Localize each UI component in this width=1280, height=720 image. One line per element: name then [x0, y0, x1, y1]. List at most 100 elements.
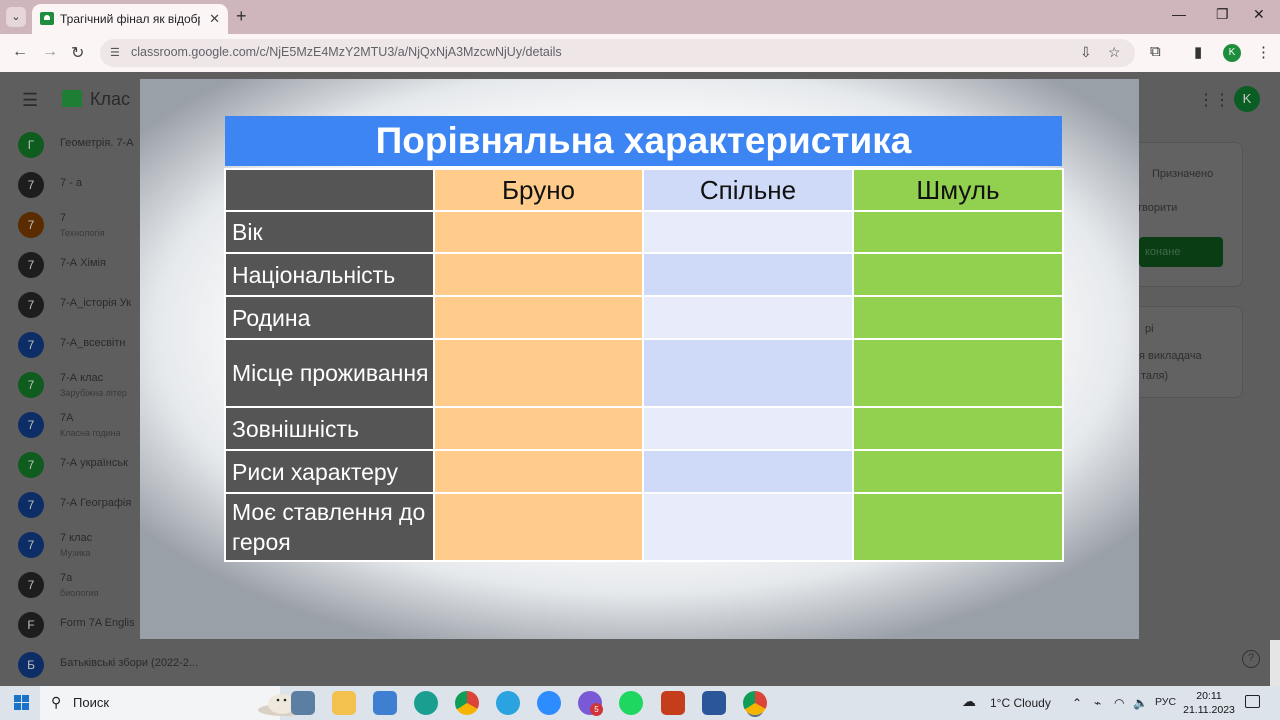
calculator-icon[interactable]: [291, 691, 315, 715]
microsoft-store-icon[interactable]: [373, 691, 397, 715]
language-indicator[interactable]: РУС: [1155, 696, 1176, 708]
table-cell: [642, 406, 854, 451]
weather-cloud-icon: ☁: [962, 693, 976, 709]
table-cell: [852, 295, 1064, 340]
course-avatar: 7: [18, 372, 44, 398]
word-icon[interactable]: [702, 691, 726, 715]
install-app-icon[interactable]: ⇩: [1080, 44, 1092, 61]
sidebar-course-item[interactable]: 7 7-А клас Зарубіжна літер: [0, 366, 140, 406]
course-name: Геометрія. 7-А: [60, 137, 134, 149]
notification-center-icon[interactable]: [1245, 695, 1260, 708]
create-label[interactable]: творити: [1137, 202, 1177, 214]
tab-close-icon[interactable]: ✕: [209, 11, 220, 27]
spotify-icon[interactable]: [619, 691, 643, 715]
sidebar-course-item[interactable]: 7 7 - а: [0, 166, 140, 206]
course-avatar: 7: [18, 532, 44, 558]
row-label: Вік: [224, 210, 435, 254]
bookmark-star-icon[interactable]: ☆: [1108, 44, 1121, 61]
table-cell: [433, 210, 644, 254]
extensions-icon[interactable]: ⧉: [1150, 43, 1161, 60]
course-name: 7 клас: [60, 532, 93, 544]
wifi-icon[interactable]: ◠: [1114, 696, 1124, 710]
site-info-icon[interactable]: ☰: [110, 46, 124, 60]
course-avatar: F: [18, 612, 44, 638]
course-avatar: 7: [18, 452, 44, 478]
course-avatar: 7: [18, 572, 44, 598]
sidebar-course-item[interactable]: 7 7А Класна година: [0, 406, 140, 446]
search-placeholder: Поиск: [73, 695, 110, 710]
taskbar-clock[interactable]: 20:11 21.11.2023: [1180, 689, 1238, 717]
table-cell: [433, 492, 644, 562]
account-avatar[interactable]: K: [1234, 86, 1260, 112]
forward-arrow-icon[interactable]: →: [42, 43, 58, 61]
sidebar-course-item[interactable]: 7 7-А_всесвітн: [0, 326, 140, 366]
maximize-icon[interactable]: ❐: [1216, 6, 1229, 23]
active-tab[interactable]: Трагічний фінал як відображе ✕: [32, 4, 228, 34]
volume-icon[interactable]: 🔈: [1133, 696, 1148, 710]
minimize-icon[interactable]: —: [1172, 6, 1186, 22]
course-name: 7-А клас: [60, 372, 104, 384]
course-name: 7-А Хімія: [60, 257, 106, 269]
url-text[interactable]: classroom.google.com/c/NjE5MzE4MzY2MTU3/…: [131, 45, 562, 59]
course-avatar: Г: [18, 132, 44, 158]
clock-time: 20:11: [1196, 690, 1222, 702]
telegram-icon[interactable]: [496, 691, 520, 715]
windows-start-icon[interactable]: [14, 695, 30, 711]
mark-done-button[interactable]: конане: [1139, 237, 1223, 267]
table-cell: [642, 338, 854, 408]
table-cell: [852, 338, 1064, 408]
teacher-comment-label[interactable]: я викладача: [1139, 350, 1202, 362]
sidebar-course-item[interactable]: F Form 7A Englis: [0, 606, 140, 646]
course-name: 7-А_історія Ук: [60, 297, 132, 309]
sidebar-course-item[interactable]: Г Геометрія. 7-А: [0, 126, 140, 166]
scrollbar-thumb[interactable]: [1270, 640, 1280, 686]
course-avatar: 7: [18, 492, 44, 518]
back-arrow-icon[interactable]: ←: [12, 43, 28, 61]
sidebar-course-item[interactable]: 7 7-А Хімія: [0, 246, 140, 286]
sidebar-course-item[interactable]: 7 7а биология: [0, 566, 140, 606]
course-subtitle: биология: [60, 588, 99, 598]
viber-icon[interactable]: 5: [578, 691, 603, 716]
table-cell: [852, 210, 1064, 254]
chrome-icon[interactable]: [455, 691, 479, 715]
powerpoint-icon[interactable]: [661, 691, 685, 715]
classroom-logo-icon: [62, 90, 82, 107]
course-name: 7А: [60, 412, 74, 424]
course-name: 7а: [60, 572, 73, 584]
course-name: 7-А Географія: [60, 497, 132, 509]
table-cell: [852, 449, 1064, 494]
course-avatar: 7: [18, 292, 44, 318]
course-name: Батьківські збори (2022-2...: [60, 657, 199, 669]
tab-search-button[interactable]: ⌄: [6, 7, 26, 27]
sidebar-course-item[interactable]: 7 7 Технологія: [0, 206, 140, 246]
sidebar-course-item[interactable]: 7 7-А_історія Ук: [0, 286, 140, 326]
table-row: Вік: [224, 210, 1064, 254]
course-subtitle: Технологія: [60, 228, 105, 238]
sidebar-course-item[interactable]: 7 7-А Географія: [0, 486, 140, 526]
side-panel-icon[interactable]: ▮: [1194, 43, 1202, 61]
classroom-favicon-icon: [40, 12, 54, 25]
file-explorer-icon[interactable]: [332, 691, 356, 715]
row-label: Моє ставлення до героя: [224, 492, 435, 562]
edge-icon[interactable]: [414, 691, 438, 715]
hamburger-menu-icon[interactable]: ☰: [22, 90, 38, 111]
windows-taskbar: ⚲ Поиск 5 ☁ 1°C Cloudy ⌃ ⌁ ◠ 🔈 РУС 20:11…: [0, 686, 1280, 720]
row-label: Зовнішність: [224, 406, 435, 451]
help-icon[interactable]: ?: [1242, 650, 1260, 668]
more-menu-icon[interactable]: ⋮: [1256, 43, 1271, 61]
profile-avatar[interactable]: K: [1223, 44, 1241, 62]
weather-text[interactable]: 1°C Cloudy: [990, 696, 1051, 710]
zoom-icon[interactable]: [537, 691, 561, 715]
chrome-active-icon[interactable]: [743, 691, 767, 715]
reload-icon[interactable]: ↻: [71, 43, 84, 63]
sidebar-course-item[interactable]: 7 7-А українськ: [0, 446, 140, 486]
window-close-icon[interactable]: ✕: [1253, 6, 1265, 23]
sidebar-course-item[interactable]: Б Батьківські збори (2022-2...: [0, 646, 260, 686]
table-header-row: Бруно Спільне Шмуль: [224, 168, 1064, 212]
sidebar-course-item[interactable]: 7 7 клас Музика: [0, 526, 140, 566]
tray-overflow-icon[interactable]: ⌃: [1072, 696, 1082, 710]
taskbar-search[interactable]: ⚲ Поиск: [40, 686, 310, 720]
new-tab-button[interactable]: +: [236, 6, 247, 27]
network-icon[interactable]: ⌁: [1094, 696, 1101, 710]
address-bar[interactable]: ☰ classroom.google.com/c/NjE5MzE4MzY2MTU…: [100, 39, 1135, 67]
